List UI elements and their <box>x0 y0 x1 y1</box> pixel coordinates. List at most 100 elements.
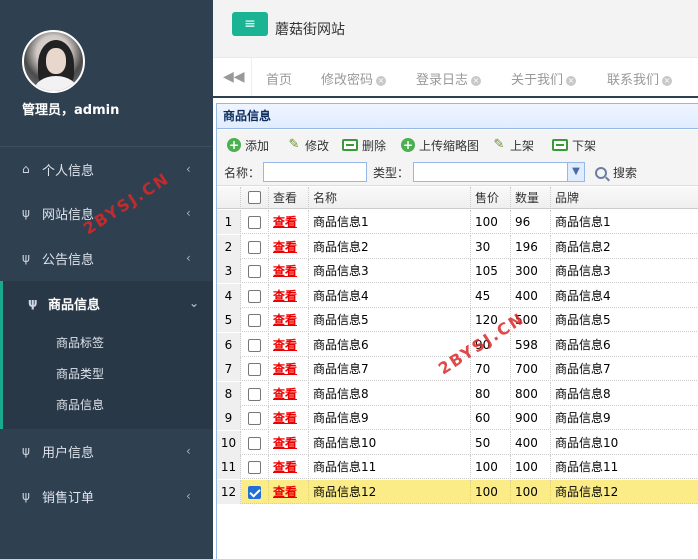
row-checkbox[interactable] <box>248 461 261 474</box>
sidebar-item-notice-info[interactable]: ψ 公告信息 ‹ <box>0 236 213 280</box>
tab-home[interactable]: 首页 <box>266 69 292 88</box>
table-row[interactable]: 8 查看 商品信息8 80 800 商品信息8 <box>217 381 698 406</box>
view-link[interactable]: 查看 <box>273 264 297 278</box>
view-link[interactable]: 查看 <box>273 240 297 254</box>
cell-brand: 商品信息10 <box>555 435 619 450</box>
view-link[interactable]: 查看 <box>273 436 297 450</box>
row-checkbox[interactable] <box>248 314 261 327</box>
cell-name: 商品信息3 <box>309 259 471 283</box>
table-row[interactable]: 10 查看 商品信息10 50 400 商品信息10 <box>217 430 698 455</box>
view-link[interactable]: 查看 <box>273 289 297 303</box>
view-link[interactable]: 查看 <box>273 485 297 499</box>
tab-about-us[interactable]: 关于我们 × <box>511 69 577 88</box>
table-row[interactable]: 9 查看 商品信息9 60 900 商品信息9 <box>217 406 698 430</box>
row-checkbox[interactable] <box>248 289 261 303</box>
cell-name: 商品信息11 <box>309 455 471 479</box>
sidebar-item-user-info[interactable]: ψ 用户信息 ‹ <box>0 429 213 473</box>
sidebar-item-site-info[interactable]: ψ 网站信息 ‹ <box>0 191 213 235</box>
chevron-down-icon: ⌄ <box>189 296 200 310</box>
row-checkbox[interactable] <box>248 265 261 278</box>
site-title: 蘑菇街网站 <box>275 22 345 38</box>
table-row[interactable]: 7 查看 商品信息7 70 700 商品信息7 <box>217 357 698 381</box>
close-icon[interactable]: × <box>662 75 673 86</box>
cell-price: 50 <box>471 430 511 455</box>
search-button[interactable]: 搜索 <box>595 164 637 181</box>
tab-login-log[interactable]: 登录日志 × <box>416 69 482 88</box>
edit-button[interactable]: ✎ 修改 <box>287 136 329 154</box>
table-row[interactable]: 2 查看 商品信息2 30 196 商品信息2 <box>217 234 698 259</box>
view-link[interactable]: 查看 <box>273 411 297 425</box>
chevron-down-icon[interactable]: ▼ <box>567 163 584 181</box>
row-checkbox[interactable] <box>248 363 261 376</box>
cell-qty: 500 <box>511 308 551 332</box>
view-link[interactable]: 查看 <box>273 387 297 401</box>
close-icon[interactable]: × <box>376 75 387 86</box>
row-checkbox[interactable] <box>248 240 261 254</box>
col-view[interactable]: 查看 <box>269 187 309 209</box>
cell-price: 100 <box>471 210 511 234</box>
table-row[interactable]: 12 查看 商品信息12 100 100 商品信息12 <box>217 479 698 504</box>
cell-name: 商品信息12 <box>309 479 471 504</box>
name-filter-input[interactable] <box>263 162 367 182</box>
tab-change-password[interactable]: 修改密码 × <box>321 69 387 88</box>
row-checkbox[interactable] <box>248 412 261 425</box>
submenu-item-product-type[interactable]: 商品类型 <box>56 365 104 382</box>
cell-name: 商品信息4 <box>309 283 471 308</box>
view-link[interactable]: 查看 <box>273 215 297 229</box>
table-row[interactable]: 5 查看 商品信息5 120 500 商品信息5 <box>217 308 698 332</box>
grid-header: 查看 名称 售价 数量 品牌 <box>217 187 698 209</box>
col-brand[interactable]: 品牌 <box>551 187 698 209</box>
row-checkbox[interactable] <box>248 485 261 499</box>
table-row[interactable]: 1 查看 商品信息1 100 96 商品信息1 <box>217 210 698 234</box>
cell-name: 商品信息8 <box>309 381 471 406</box>
row-number: 7 <box>217 357 241 381</box>
close-icon[interactable]: × <box>566 75 577 86</box>
view-link[interactable]: 查看 <box>273 362 297 376</box>
row-checkbox[interactable] <box>248 338 261 352</box>
row-checkbox[interactable] <box>248 436 261 450</box>
scroll-left-icon[interactable]: ◀◀ <box>223 69 245 85</box>
view-link[interactable]: 查看 <box>273 460 297 474</box>
cell-price: 100 <box>471 455 511 479</box>
row-checkbox[interactable] <box>248 387 261 401</box>
table-row[interactable]: 3 查看 商品信息3 105 300 商品信息3 <box>217 259 698 283</box>
admin-name: 管理员，admin <box>22 103 120 118</box>
table-row[interactable]: 6 查看 商品信息6 90 598 商品信息6 <box>217 332 698 357</box>
menu-toggle-button[interactable]: ≡ <box>232 12 268 36</box>
cell-qty: 400 <box>511 430 551 455</box>
row-checkbox[interactable] <box>248 216 261 229</box>
avatar[interactable] <box>22 30 85 93</box>
home-icon: ⌂ <box>22 162 30 176</box>
cutlery-icon: ψ <box>22 489 30 503</box>
cell-qty: 400 <box>511 283 551 308</box>
cell-qty: 100 <box>511 479 551 504</box>
close-icon[interactable]: × <box>471 75 482 86</box>
view-link[interactable]: 查看 <box>273 313 297 327</box>
chevron-left-icon: ‹ <box>186 251 191 265</box>
cell-brand: 商品信息3 <box>555 264 611 278</box>
submenu-item-product-info[interactable]: 商品信息 <box>56 396 104 413</box>
delete-button[interactable]: 删除 <box>342 136 386 154</box>
chevron-left-icon: ‹ <box>186 444 191 458</box>
col-price[interactable]: 售价 <box>471 187 511 209</box>
tab-contact-us[interactable]: 联系我们 × <box>607 69 673 88</box>
col-qty[interactable]: 数量 <box>511 187 551 209</box>
on-shelf-button[interactable]: ✎ 上架 <box>492 136 534 154</box>
add-button[interactable]: + 添加 <box>227 136 269 154</box>
submenu-item-product-tag[interactable]: 商品标签 <box>56 334 104 351</box>
sidebar-item-personal-info[interactable]: ⌂ 个人信息 ‹ <box>0 147 213 191</box>
view-link[interactable]: 查看 <box>273 338 297 352</box>
col-name[interactable]: 名称 <box>309 187 471 209</box>
cell-name: 商品信息7 <box>309 357 471 381</box>
select-all-checkbox[interactable] <box>248 191 261 204</box>
off-shelf-button[interactable]: 下架 <box>552 136 596 154</box>
table-row[interactable]: 11 查看 商品信息11 100 100 商品信息11 <box>217 455 698 479</box>
table-row[interactable]: 4 查看 商品信息4 45 400 商品信息4 <box>217 283 698 308</box>
cell-brand: 商品信息4 <box>555 288 611 303</box>
upload-thumbnail-button[interactable]: + 上传缩略图 <box>401 136 479 154</box>
cell-brand: 商品信息11 <box>555 460 619 474</box>
type-filter-select[interactable]: ▼ <box>413 162 585 182</box>
product-panel: 商品信息 + 添加 ✎ 修改 删除 + 上传缩略图 ✎ 上架 下架 名称： 类型… <box>80 103 698 559</box>
sidebar-item-sales-order[interactable]: ψ 销售订单 ‹ <box>0 474 213 518</box>
sidebar-item-product-info[interactable]: ψ 商品信息 ⌄ <box>0 281 213 325</box>
